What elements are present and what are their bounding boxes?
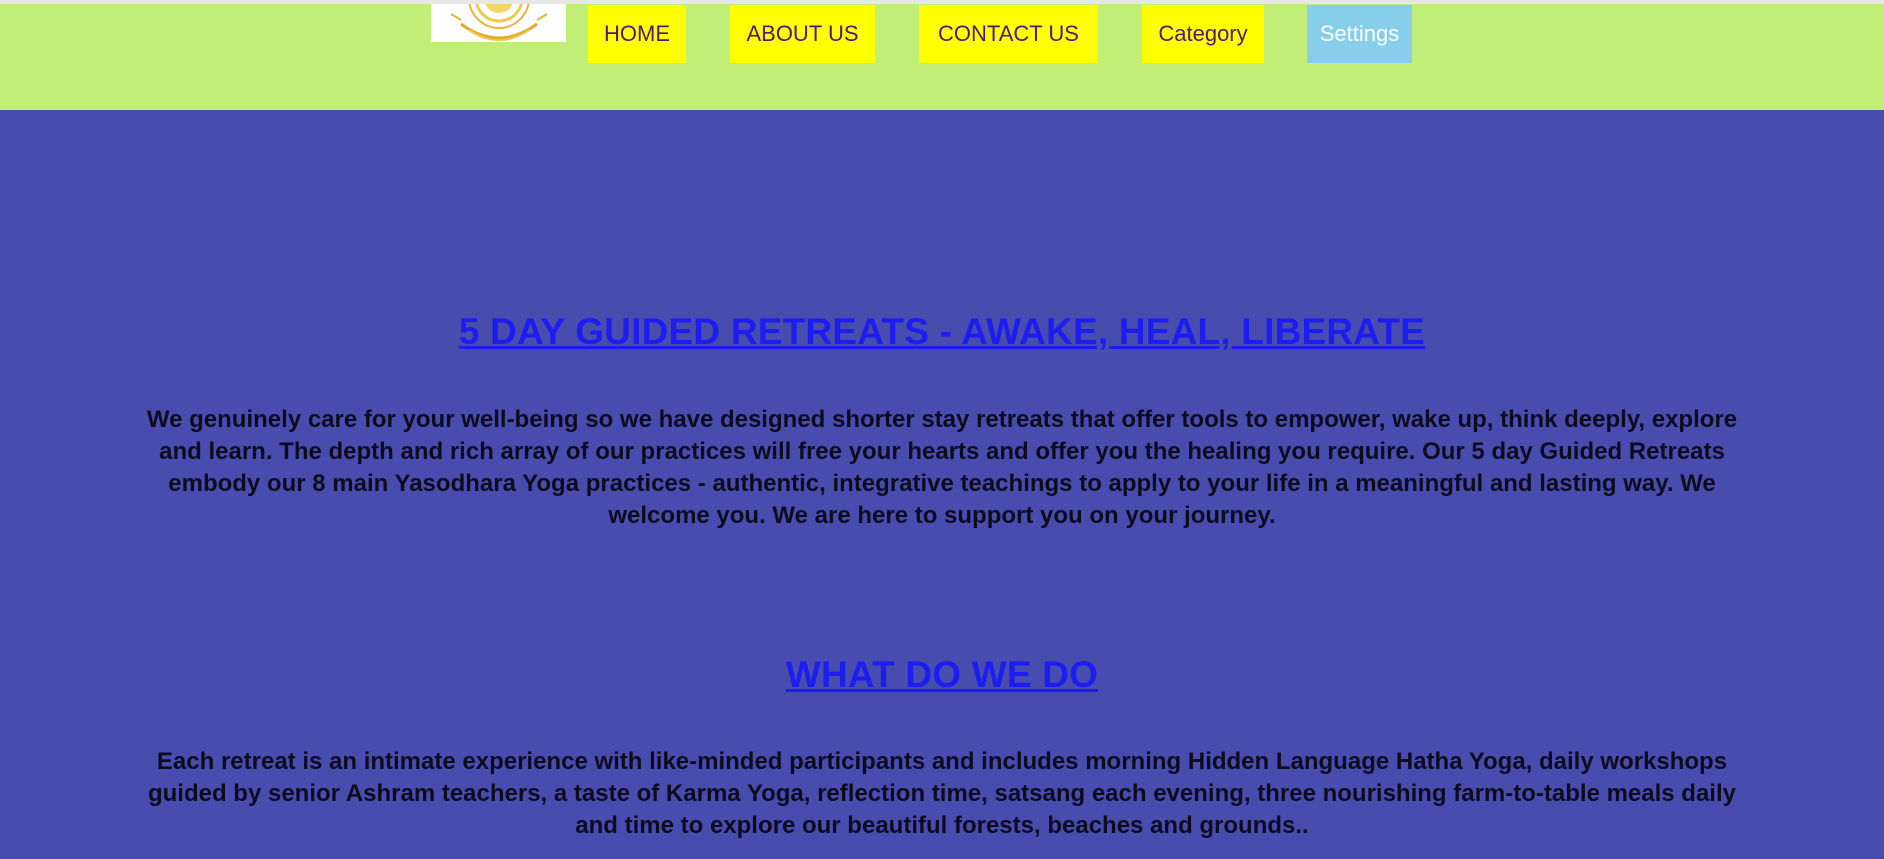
nav-about-button[interactable]: ABOUT US [730, 5, 875, 63]
site-header: HOME ABOUT US CONTACT US Category Settin… [0, 4, 1884, 110]
sun-logo-icon [450, 4, 548, 41]
page: HOME ABOUT US CONTACT US Category Settin… [0, 0, 1884, 859]
nav-home-button[interactable]: HOME [588, 5, 686, 63]
what-we-do-description: Each retreat is an intimate experience w… [147, 748, 1736, 839]
nav-settings-button[interactable]: Settings [1307, 5, 1412, 63]
main-content: 5 DAY GUIDED RETREATS - AWAKE, HEAL, LIB… [0, 110, 1884, 859]
what-we-do-heading-link[interactable]: WHAT DO WE DO [0, 654, 1884, 696]
retreats-heading-link[interactable]: 5 DAY GUIDED RETREATS - AWAKE, HEAL, LIB… [0, 311, 1884, 353]
nav-category-button[interactable]: Category [1142, 5, 1264, 63]
site-logo[interactable] [431, 4, 566, 42]
nav-contact-button[interactable]: CONTACT US [919, 5, 1098, 63]
retreats-description: We genuinely care for your well-being so… [146, 406, 1738, 529]
